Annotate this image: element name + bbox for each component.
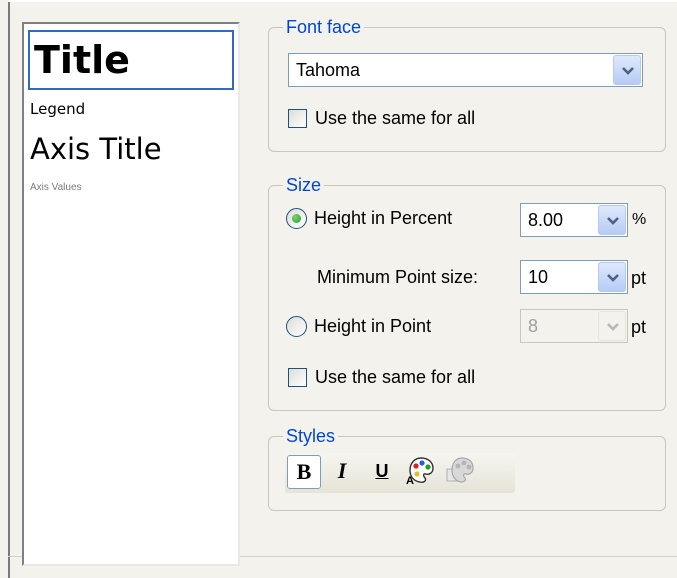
height-point-select: 8	[520, 309, 628, 343]
height-percent-value: 8.00	[528, 210, 564, 230]
font-face-dropdown-button[interactable]	[613, 55, 641, 85]
size-group-label: Size	[283, 174, 325, 196]
height-in-percent-radio[interactable]	[286, 208, 307, 229]
font-same-for-all-label: Use the same for all	[315, 108, 476, 128]
chevron-down-icon	[607, 217, 619, 225]
height-in-percent-label: Height in Percent	[314, 208, 453, 228]
height-percent-dropdown-button[interactable]	[598, 205, 626, 235]
height-percent-select[interactable]: 8.00	[520, 203, 628, 237]
height-point-unit: pt	[631, 317, 647, 337]
minimum-point-size-dropdown-button[interactable]	[598, 262, 626, 292]
palette-icon: A	[406, 457, 434, 487]
font-face-group-label: Font face	[283, 16, 365, 38]
chart-font-dialog: Title Legend Axis Title Axis Values Font…	[0, 0, 677, 578]
chevron-down-icon	[607, 274, 619, 282]
preview-item-legend[interactable]: Legend	[30, 100, 85, 118]
text-element-list[interactable]: Title Legend Axis Title Axis Values	[22, 22, 240, 566]
chevron-down-icon	[607, 323, 619, 331]
size-same-for-all-label: Use the same for all	[315, 367, 476, 387]
dialog-highlight	[8, 0, 677, 2]
min-point-unit: pt	[631, 268, 647, 288]
font-same-for-all-checkbox[interactable]	[288, 109, 307, 128]
percent-unit: %	[632, 211, 647, 228]
size-same-for-all-checkbox[interactable]	[288, 368, 307, 387]
chevron-down-icon	[622, 67, 634, 75]
styles-group-label: Styles	[283, 425, 339, 447]
font-face-select[interactable]: Tahoma	[288, 53, 643, 87]
minimum-point-size-select[interactable]: 10	[520, 260, 628, 294]
height-point-value: 8	[528, 316, 539, 336]
height-in-point-label: Height in Point	[314, 316, 432, 336]
bold-button[interactable]: B	[287, 455, 321, 489]
preview-item-axis-values[interactable]: Axis Values	[30, 182, 82, 193]
font-face-group: Font face Tahoma Use the same for all	[268, 16, 666, 152]
italic-button[interactable]: I	[325, 455, 359, 489]
minimum-point-size-label: Minimum Point size:	[317, 267, 479, 287]
svg-text:A: A	[406, 475, 414, 485]
font-face-value: Tahoma	[296, 60, 361, 80]
preview-item-title[interactable]: Title	[28, 30, 234, 90]
size-group: Size Height in Percent 8.00 % Minimum Po…	[268, 174, 666, 411]
dialog-border	[8, 0, 10, 578]
font-color-button[interactable]: A	[403, 455, 437, 489]
preview-item-axis-title[interactable]: Axis Title	[30, 132, 162, 166]
palette-disabled-icon	[446, 457, 474, 483]
background-color-button	[443, 455, 477, 489]
height-in-point-radio[interactable]	[286, 316, 307, 337]
styles-toolbar: B I U A	[285, 453, 515, 493]
minimum-point-size-value: 10	[528, 267, 549, 287]
height-point-dropdown-button	[598, 311, 626, 341]
styles-group: Styles B I U A	[268, 425, 666, 511]
underline-button[interactable]: U	[365, 455, 399, 489]
